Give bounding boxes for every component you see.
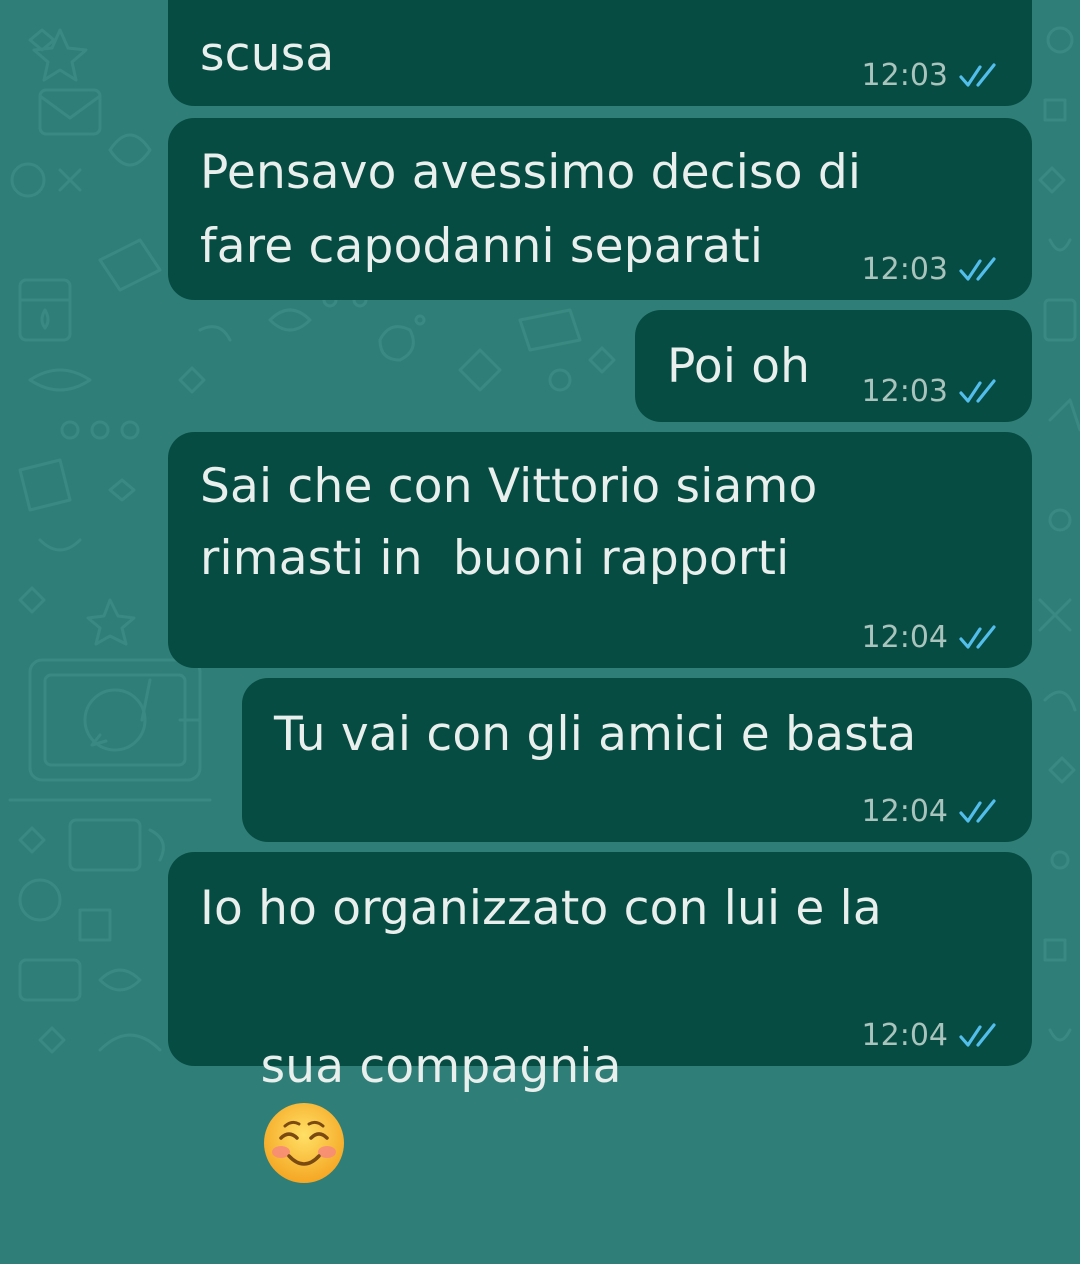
message-meta: 12:03 (862, 252, 1006, 288)
message-time: 12:04 (861, 620, 948, 655)
message-text-line: Io ho organizzato con lui e la (200, 881, 882, 936)
message-bubble[interactable]: scusa 12:03 (168, 0, 1032, 106)
double-check-read-icon (959, 625, 996, 649)
message-bubble[interactable]: Io ho organizzato con lui e la sua compa… (168, 852, 1032, 1183)
message-time: 12:03 (861, 374, 948, 409)
smiling-face-with-smiling-eyes-emoji (263, 1103, 344, 1183)
message-meta: 12:03 (862, 374, 1006, 410)
message-text: Poi oh (667, 339, 811, 394)
message-text: Tu vai con gli amici e basta (274, 707, 917, 762)
message-text-line: Pensavo avessimo deciso di (200, 145, 862, 200)
message-time: 12:03 (861, 58, 948, 93)
message-meta: 12:04 (862, 1018, 1006, 1054)
double-check-read-icon (959, 379, 996, 403)
message-meta: 12:04 (862, 620, 1006, 656)
message-bubble[interactable]: Tu vai con gli amici e basta 12:04 (242, 678, 1032, 842)
message-meta: 12:03 (862, 58, 1006, 94)
message-text-line: rimasti in buoni rapporti (200, 531, 790, 586)
double-check-read-icon (959, 257, 996, 281)
message-text-line: fare capodanni separati (200, 219, 764, 274)
message-time: 12:04 (861, 794, 948, 829)
double-check-read-icon (959, 799, 996, 823)
message-meta: 12:04 (862, 794, 1006, 830)
message-text: scusa (200, 27, 335, 82)
message-bubble[interactable]: Pensavo avessimo deciso di fare capodann… (168, 118, 1032, 300)
double-check-read-icon (959, 63, 996, 87)
message-text-line: Sai che con Vittorio siamo (200, 459, 818, 514)
message-text-line: sua compagnia (200, 956, 622, 1264)
double-check-read-icon (959, 1023, 996, 1047)
message-bubble[interactable]: Poi oh 12:03 (635, 310, 1032, 422)
message-bubble[interactable]: Sai che con Vittorio siamo rimasti in bu… (168, 432, 1032, 668)
message-time: 12:04 (861, 1018, 948, 1053)
message-text-fragment: sua compagnia (260, 1039, 622, 1094)
message-time: 12:03 (861, 252, 948, 287)
